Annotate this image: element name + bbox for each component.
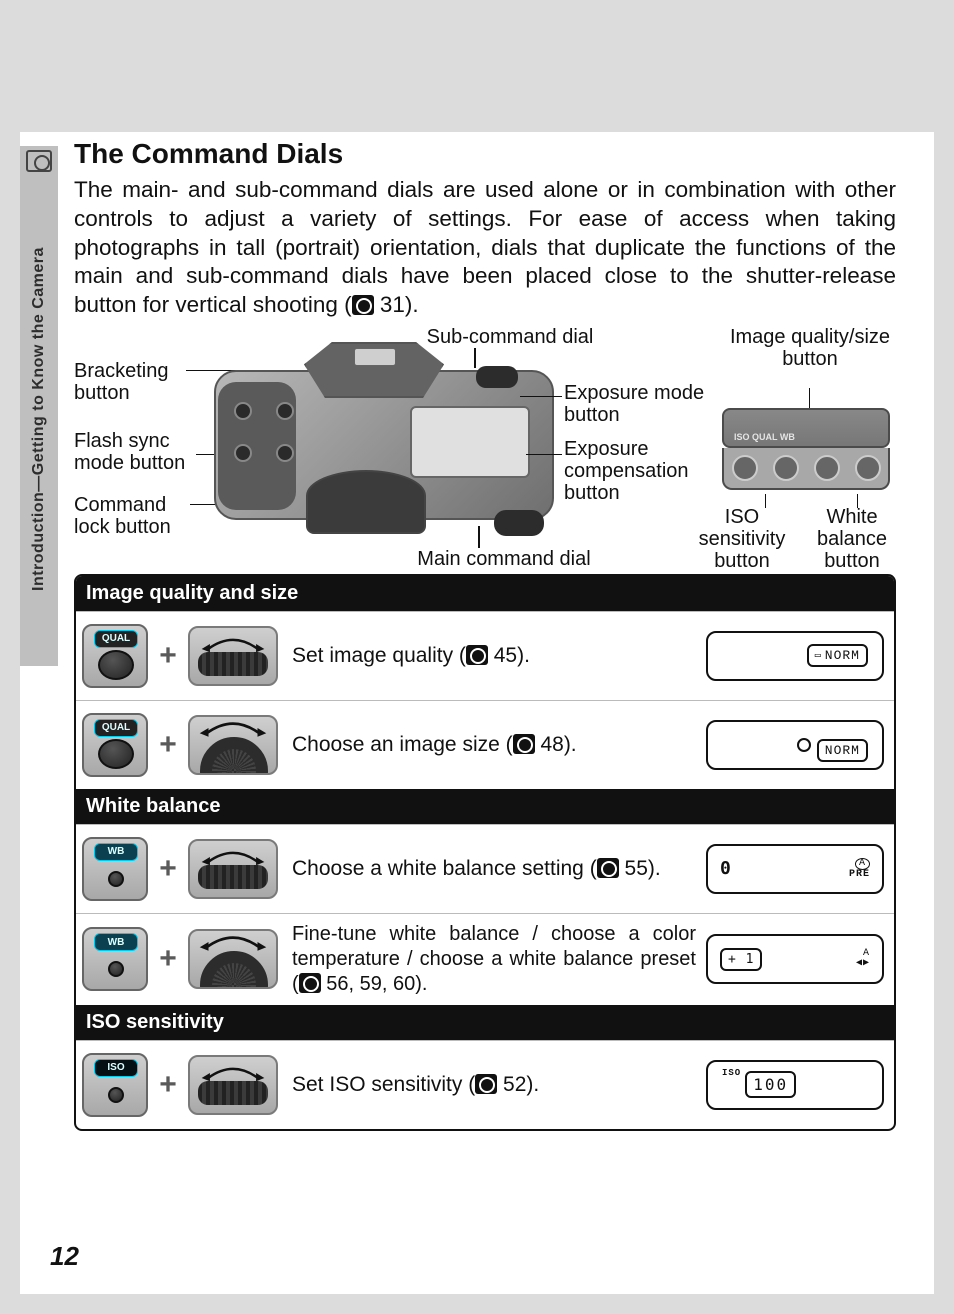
wb-button-graphic: WB xyxy=(82,927,148,991)
desc-wb1: Choose a white balance setting ( 55). xyxy=(292,856,696,882)
label-bracketing: Bracketing button xyxy=(74,360,204,404)
section-iq-head: Image quality and size xyxy=(76,576,894,611)
label-command-lock: Command lock button xyxy=(74,494,204,538)
btn-cap: QUAL xyxy=(94,630,138,648)
lead-paragraph: The main- and sub-command dials are used… xyxy=(74,176,896,320)
wb-button-graphic: WB xyxy=(82,837,148,901)
result-wb2: + 1 A◀▶ xyxy=(706,934,884,984)
panel-labels: ISO QUAL WB xyxy=(734,432,795,442)
result-iso1: ISO 100 xyxy=(706,1060,884,1110)
plus-icon: + xyxy=(154,852,182,886)
lead-text-a: The main- and sub-command dials are used… xyxy=(74,177,896,317)
main-dial-graphic xyxy=(188,839,278,899)
sub-dial-graphic xyxy=(188,715,278,775)
section-title: The Command Dials xyxy=(74,138,896,170)
label-iso-btn: ISO sensitivity button xyxy=(692,506,792,572)
page-header-gray xyxy=(20,20,934,132)
iso-button-icon xyxy=(732,455,758,481)
page-ref-icon xyxy=(299,973,321,993)
function-table: Image quality and size QUAL + Set image … xyxy=(74,574,896,1131)
mic-button-icon xyxy=(855,455,881,481)
page-ref-icon xyxy=(352,295,374,315)
camera-body-illustration xyxy=(214,342,554,528)
page-ref-icon xyxy=(513,734,535,754)
sub-dial-graphic xyxy=(188,929,278,989)
section-iso-head: ISO sensitivity xyxy=(76,1005,894,1040)
qual-button-graphic: QUAL xyxy=(82,713,148,777)
plus-icon: + xyxy=(154,639,182,673)
page-ref-icon xyxy=(466,645,488,665)
chapter-title-vertical: Introduction—Getting to Know the Camera xyxy=(20,184,58,654)
row-wb-finetune: WB + Fine-tune white balance / choose a … xyxy=(76,913,894,1005)
row-iq-quality: QUAL + Set image quality ( 45). ▭NORM xyxy=(76,611,894,700)
camera-top-diagram: Bracketing button Flash sync mode button… xyxy=(74,326,896,574)
label-flash-sync: Flash sync mode button xyxy=(74,430,204,474)
label-main-dial: Main command dial xyxy=(394,548,614,570)
result-iq2: NORM xyxy=(706,720,884,770)
label-sub-dial: Sub-command dial xyxy=(400,326,620,348)
plus-icon: + xyxy=(154,728,182,762)
wb-button-icon xyxy=(814,455,840,481)
label-img-qual: Image quality/size button xyxy=(726,326,894,370)
page-ref-icon xyxy=(597,858,619,878)
desc-iq2: Choose an image size ( 48). xyxy=(292,732,696,758)
rear-button-panel: ISO QUAL WB xyxy=(722,408,892,494)
qual-button-graphic: QUAL xyxy=(82,624,148,688)
result-iq1: ▭NORM xyxy=(706,631,884,681)
page-number: 12 xyxy=(50,1241,79,1272)
section-wb-head: White balance xyxy=(76,789,894,824)
main-dial-graphic xyxy=(188,626,278,686)
label-exp-mode: Exposure mode button xyxy=(564,382,724,426)
desc-iq1: Set image quality ( 45). xyxy=(292,643,696,669)
main-dial-graphic xyxy=(188,1055,278,1115)
plus-icon: + xyxy=(154,1068,182,1102)
page-ref-icon xyxy=(475,1074,497,1094)
desc-iso1: Set ISO sensitivity ( 52). xyxy=(292,1072,696,1098)
plus-icon: + xyxy=(154,942,182,976)
label-wb-btn: White balance button xyxy=(802,506,902,572)
row-iq-size: QUAL + Choose an image size ( 48). NORM xyxy=(76,700,894,789)
qual-button-icon xyxy=(773,455,799,481)
row-wb-setting: WB + Choose a white balance setting ( 55… xyxy=(76,824,894,913)
camera-icon xyxy=(26,150,52,172)
iso-button-graphic: ISO xyxy=(82,1053,148,1117)
label-exp-comp: Exposure compensation button xyxy=(564,438,734,504)
row-iso-set: ISO + Set ISO sensitivity ( 52). ISO 100 xyxy=(76,1040,894,1129)
chapter-side-tab: Introduction—Getting to Know the Camera xyxy=(20,146,58,666)
result-wb1: 0 APRE xyxy=(706,844,884,894)
desc-wb2: Fine-tune white balance / choose a color… xyxy=(292,922,696,997)
lead-text-b: 31). xyxy=(374,292,419,317)
